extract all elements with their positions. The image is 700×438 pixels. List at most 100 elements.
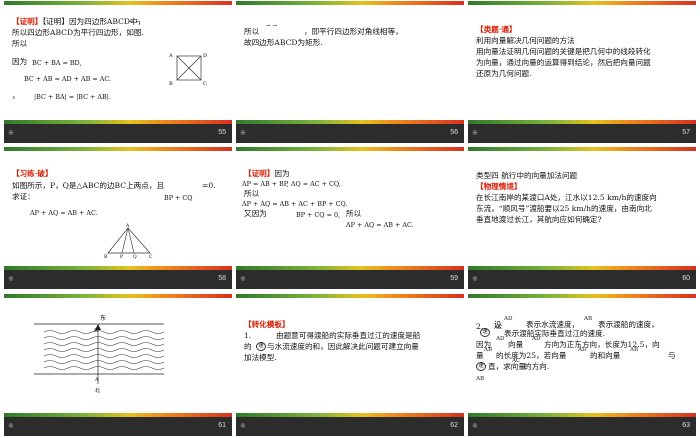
formula: AP + AQ = AB + AC.: [346, 221, 414, 229]
point-label: A: [169, 53, 173, 59]
formula: AD: [578, 347, 587, 353]
formula: BC + BA = BD,: [32, 59, 82, 67]
slide-thumbnail-58[interactable]: 【习练·破】 如图所示，P，Q是△ABC的边BC上两点，且 =0. BP + C…: [4, 147, 232, 289]
text-line: 求证：: [12, 192, 35, 201]
text-line: 的和向量: [590, 351, 621, 360]
text-line: 方向为正东方向，长度为12.5，向: [544, 340, 660, 349]
formula: AC: [512, 358, 521, 364]
proof-line-5: ，: [12, 91, 20, 100]
slide-number: 63: [682, 422, 690, 429]
proof-line-2: 所以四边形ABCD为平行四边形，如图.: [12, 28, 144, 37]
footer-mark: ※: [8, 276, 14, 283]
slide-footer: ※ 63: [468, 417, 696, 436]
triangle-figure: A B P Q C: [104, 223, 153, 259]
text-line: ，即平行四边形对角线相等，: [304, 27, 403, 36]
text-line: 如图所示，P，Q是△ABC的边BC上两点，且: [12, 181, 165, 190]
point-label: P: [120, 254, 123, 259]
proof-line: 所以: [346, 209, 362, 218]
formula: AP + AQ = AB + AC + BP + CQ.: [242, 200, 348, 208]
slide-footer: ※ 56: [236, 124, 464, 143]
footer-mark: ※: [472, 130, 478, 137]
section-title: 【物理情境】: [476, 182, 522, 191]
slide-footer: ※ 58: [4, 270, 232, 289]
text-line: 与水流速度的和，因此解决此问题可建立向量: [267, 342, 419, 351]
slide-number: 59: [450, 275, 458, 282]
formula: |BC + BA| = |BC + AB|.: [34, 93, 111, 101]
parallelogram-figure: A B C D: [169, 53, 207, 87]
footer-mark: ※: [472, 276, 478, 283]
formula: AB: [484, 347, 493, 353]
slide-number: 60: [682, 275, 690, 282]
slide-number: 58: [218, 275, 226, 282]
point-label: C: [149, 254, 153, 259]
point-label: A: [94, 377, 99, 383]
direction-label: 东: [100, 314, 106, 322]
formula: AB: [630, 347, 639, 353]
slide-footer: ※ 55: [4, 124, 232, 143]
decor-stripe: [236, 294, 464, 298]
section-title: 【类题·通】: [476, 25, 517, 34]
river-figure: 东 B A 北: [34, 314, 165, 394]
slide-thumbnail-63[interactable]: 2. 设 AD 表示水流速度， AB 表示渡船的速度， 速 AC 表示渡船实际垂…: [468, 294, 696, 436]
slide-thumbnail-57[interactable]: 【类题·通】 利用向量解决几何问题的方法 用向量法证明几何问题的关键是把几何中的…: [468, 1, 696, 143]
slide-thumbnail-61[interactable]: 东 B A 北 ※ 61: [4, 294, 232, 436]
circled-char: 速: [256, 342, 266, 351]
text-line: 所以: [244, 27, 260, 36]
footer-mark: ※: [240, 130, 246, 137]
text-line: 垂直地渡过长江，其航向应如何确定?: [476, 215, 602, 224]
formula: AC: [494, 325, 503, 331]
text-line: 的方向.: [524, 362, 550, 371]
point-label: D: [203, 53, 207, 59]
formula: BC + AB = AD + AB = AC.: [24, 75, 112, 83]
footer-mark: ※: [8, 423, 14, 430]
text-line: 在长江南岸的某渡口A处，江水以12.5 km/h的速度向: [476, 193, 657, 202]
decor-stripe: [4, 147, 232, 151]
formula: BP + CQ: [164, 194, 193, 202]
slide-thumbnail-56[interactable]: 所以 → → ，即平行四边形对角线相等， 故四边形ABCD为矩形. ※ 56: [236, 1, 464, 143]
text-line: 加法模型.: [244, 353, 277, 362]
slide-thumbnail-62[interactable]: 【转化模板】 1. 由题意可得渡船的实际垂直过江的速度是船 的 速 与水流速度的…: [236, 294, 464, 436]
text-line: 由题意可得渡船的实际垂直过江的速度是船: [276, 331, 421, 340]
decor-stripe: [236, 1, 464, 5]
decor-stripe: [468, 294, 696, 298]
text-line: 量: [476, 351, 484, 360]
section-title: 【转化模板】: [244, 320, 290, 329]
formula: AD: [496, 336, 505, 342]
vector-overline: → →: [266, 23, 278, 29]
text-line: 1.: [244, 331, 252, 340]
proof-line-1: 【证明】【证明】因为四边形ABCD中，: [12, 17, 146, 26]
slide-footer: ※ 61: [4, 417, 232, 436]
section-title: 【习练·破】: [12, 169, 53, 178]
text-line: 的: [244, 342, 252, 351]
footer-mark: ※: [240, 276, 246, 283]
slide-thumbnail-55[interactable]: 【证明】【证明】因为四边形ABCD中， → → 所以四边形ABCD为平行四边形，…: [4, 1, 232, 143]
direction-label: 北: [95, 387, 100, 394]
text-line: 的长度为25，若向量: [496, 351, 567, 360]
vector-overline: → →: [129, 19, 141, 25]
slide-number: 61: [218, 422, 226, 429]
point-label: B: [94, 328, 98, 334]
slide-number: 62: [450, 422, 458, 429]
slide-thumbnail-59[interactable]: 【证明】因为 AP = AB + BP, AQ = AC + CQ, 所以 AP…: [236, 147, 464, 289]
text-line: 为向量，通过向量的运算得到结论，然后把向量问题: [476, 58, 651, 67]
proof-line: 【证明】因为: [244, 169, 290, 178]
decor-stripe: [4, 294, 232, 298]
heading: 类型四 航行中的向量加法问题: [476, 171, 578, 180]
slide-number: 55: [218, 129, 226, 136]
slide-thumbnail-60[interactable]: 类型四 航行中的向量加法问题 【物理情境】 在长江南岸的某渡口A处，江水以12.…: [468, 147, 696, 289]
proof-line: 所以: [244, 189, 260, 198]
decor-stripe: [4, 1, 232, 5]
slide-footer: ※ 60: [468, 270, 696, 289]
footer-mark: ※: [472, 423, 478, 430]
footer-mark: ※: [240, 423, 246, 430]
slide-footer: ※ 62: [236, 417, 464, 436]
footer-mark: ※: [8, 130, 14, 137]
formula: AD: [532, 336, 541, 342]
text-line: 利用向量解决几何问题的方法: [476, 36, 575, 45]
text-line: 与: [668, 351, 676, 360]
proof-line-4: 因为: [12, 57, 28, 66]
point-label: B: [104, 254, 108, 259]
circled-char: 速: [476, 362, 486, 371]
formula: AB: [476, 376, 485, 382]
point-label: B: [169, 81, 173, 87]
